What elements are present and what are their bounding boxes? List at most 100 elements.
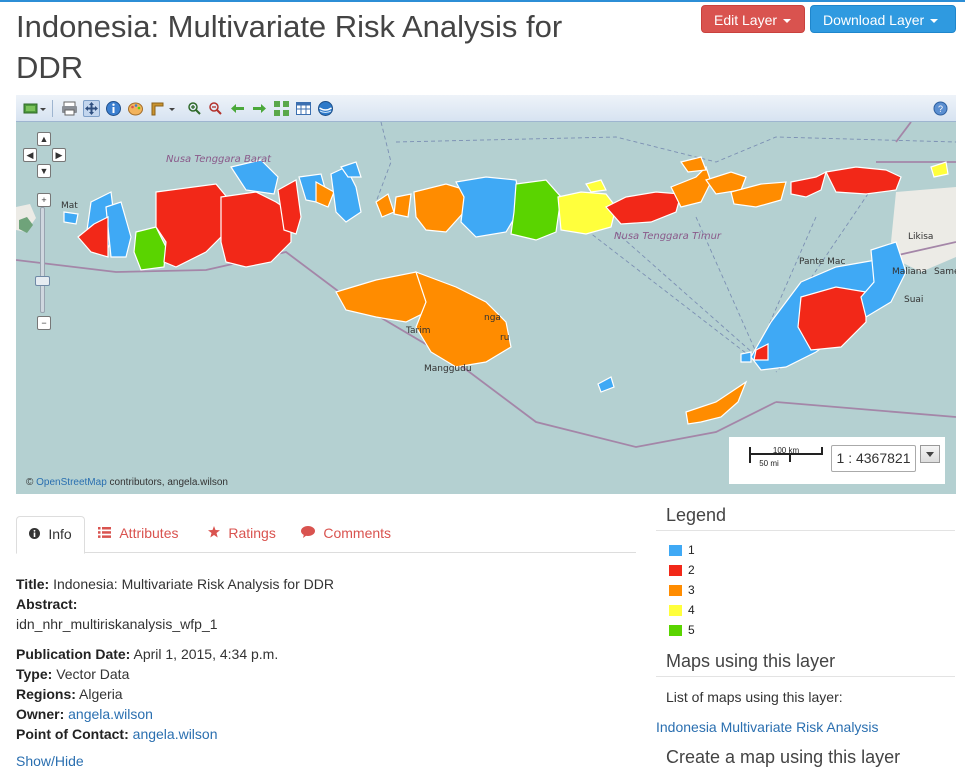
- owner-link[interactable]: angela.wilson: [68, 706, 153, 722]
- zoom-slider[interactable]: [40, 207, 45, 313]
- download-layer-label: Download Layer: [823, 12, 925, 28]
- place-label-manggudu: Manggudu: [424, 364, 472, 374]
- point-of-contact-link[interactable]: angela.wilson: [133, 726, 218, 742]
- info-pubdate-value: April 1, 2015, 4:34 p.m.: [133, 646, 279, 662]
- top-accent-line: [0, 0, 965, 2]
- map-link[interactable]: Indonesia Multivariate Risk Analysis: [656, 719, 879, 735]
- place-label-ntb: Nusa Tenggara Barat: [166, 154, 272, 165]
- scale-tick-right: [821, 447, 823, 454]
- scale-dropdown-button[interactable]: [920, 445, 940, 463]
- place-label-mat: Mat: [61, 201, 78, 211]
- copyright-symbol: ©: [26, 477, 34, 488]
- extent-icon[interactable]: [273, 100, 290, 117]
- legend-swatch-3: [669, 585, 682, 597]
- back-icon[interactable]: [229, 100, 246, 117]
- place-label-likisa: Likisa: [908, 232, 933, 242]
- legend-item: 1: [669, 543, 695, 559]
- info-abstract-row: Abstract:: [16, 594, 636, 614]
- zoom-out-icon[interactable]: −: [37, 316, 51, 330]
- info-owner-row: Owner: angela.wilson: [16, 704, 636, 724]
- globe-icon[interactable]: [317, 100, 334, 117]
- list-icon: [98, 527, 114, 541]
- place-label-ntt: Nusa Tenggara Timur: [614, 231, 722, 242]
- info-icon[interactable]: [105, 100, 122, 117]
- scale-ratio-input[interactable]: 1 : 4367821: [831, 445, 916, 472]
- tab-comments[interactable]: Comments: [289, 516, 403, 553]
- pan-left-icon[interactable]: ◀: [23, 148, 37, 162]
- zoom-slider-handle[interactable]: [35, 276, 50, 286]
- info-type-row: Type: Vector Data: [16, 664, 636, 684]
- place-label-tarim: Tarim: [405, 326, 431, 336]
- scale-control: 100 km 50 mi 1 : 4367821: [729, 437, 945, 484]
- toolbar-separator: [52, 100, 53, 117]
- place-label-ru: ru: [500, 333, 509, 343]
- tab-ratings-label: Ratings: [228, 525, 276, 541]
- pan-up-icon[interactable]: ▲: [37, 132, 51, 146]
- layer-info-panel: Title: Indonesia: Multivariate Risk Anal…: [16, 574, 636, 744]
- layers-icon[interactable]: [22, 100, 46, 117]
- tab-info[interactable]: Info: [16, 516, 85, 554]
- info-poc-row: Point of Contact: angela.wilson: [16, 724, 636, 744]
- legend-swatch-2: [669, 565, 682, 577]
- zoom-out-icon[interactable]: [207, 100, 224, 117]
- info-title-value: Indonesia: Multivariate Risk Analysis fo…: [53, 576, 334, 592]
- scale-tick-mi: [789, 454, 791, 462]
- openstreetmap-link[interactable]: OpenStreetMap: [36, 477, 107, 488]
- tab-ratings[interactable]: Ratings: [196, 516, 288, 553]
- style-icon[interactable]: [127, 100, 144, 117]
- forward-icon[interactable]: [251, 100, 268, 117]
- help-icon[interactable]: ?: [932, 100, 949, 117]
- tab-info-label: Info: [48, 526, 72, 542]
- legend-item: 5: [669, 623, 695, 639]
- edit-layer-button[interactable]: Edit Layer: [701, 5, 805, 33]
- zoom-in-icon[interactable]: +: [37, 193, 51, 207]
- info-pubdate-label: Publication Date:: [16, 646, 131, 662]
- maps-using-heading: Maps using this layer: [656, 649, 955, 677]
- star-icon: [208, 526, 223, 541]
- pan-down-icon[interactable]: ▼: [37, 164, 51, 178]
- svg-text:?: ?: [938, 104, 943, 114]
- info-owner-label: Owner:: [16, 706, 65, 722]
- info-pubdate-row: Publication Date: April 1, 2015, 4:34 p.…: [16, 644, 636, 664]
- zoom-in-icon[interactable]: [186, 100, 203, 117]
- legend-label-1: 1: [688, 543, 695, 557]
- legend-label-5: 5: [688, 623, 695, 637]
- print-icon[interactable]: [61, 100, 78, 117]
- info-type-label: Type:: [16, 666, 53, 682]
- tab-attributes[interactable]: Attributes: [86, 516, 190, 553]
- legend-label-3: 3: [688, 583, 695, 597]
- info-regions-label: Regions:: [16, 686, 76, 702]
- map-viewer[interactable]: ? Nusa Tenggara Barat Nusa Tenggara Timu…: [16, 95, 956, 494]
- scale-bar: [749, 453, 823, 455]
- measure-icon[interactable]: [149, 100, 177, 117]
- place-label-maliana: Maliana: [892, 267, 927, 277]
- pan-icon[interactable]: [83, 100, 100, 117]
- legend-label-4: 4: [688, 603, 695, 617]
- chevron-down-icon: [783, 19, 792, 24]
- attribution-text: contributors, angela.wilson: [109, 477, 228, 488]
- legend-label-2: 2: [688, 563, 695, 577]
- info-regions-row: Regions: Algeria: [16, 684, 636, 704]
- table-icon[interactable]: [295, 100, 312, 117]
- info-poc-label: Point of Contact:: [16, 726, 129, 742]
- info-circle-icon: [29, 528, 43, 542]
- legend-item: 2: [669, 563, 695, 579]
- legend-heading: Legend: [656, 503, 955, 531]
- place-label-nga: nga: [484, 313, 501, 323]
- download-layer-button[interactable]: Download Layer: [810, 5, 956, 33]
- layer-tabs: Info Attributes Ratings Comments: [16, 516, 636, 554]
- place-label-pante: Pante Mac: [799, 257, 845, 267]
- place-label-suai: Suai: [904, 295, 923, 305]
- edit-layer-label: Edit Layer: [714, 12, 778, 28]
- info-regions-value: Algeria: [79, 686, 123, 702]
- map-toolbar: ?: [16, 95, 956, 122]
- pan-right-icon[interactable]: ▶: [52, 148, 66, 162]
- comment-icon: [301, 526, 318, 541]
- chevron-down-icon: [930, 19, 939, 24]
- page-title: Indonesia: Multivariate Risk Analysis fo…: [16, 9, 563, 85]
- info-title-label: Title:: [16, 576, 50, 592]
- info-type-value: Vector Data: [56, 666, 130, 682]
- map-attribution: © OpenStreetMap contributors, angela.wil…: [26, 477, 228, 488]
- maps-using-description: List of maps using this layer:: [666, 689, 843, 705]
- show-hide-link[interactable]: Show/Hide: [16, 753, 84, 769]
